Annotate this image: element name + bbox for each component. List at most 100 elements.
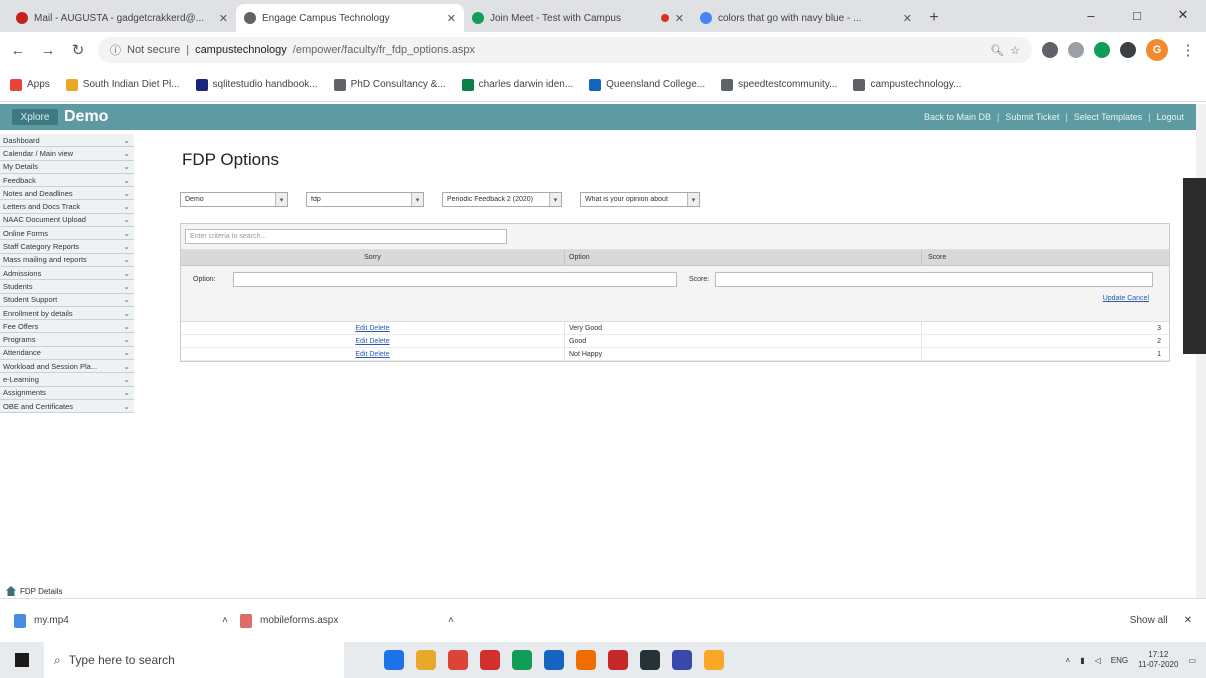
chevron-up-icon[interactable]: ˄ <box>1066 656 1071 665</box>
maximize-button[interactable]: □ <box>1114 0 1160 30</box>
zoom-icon[interactable]: 🔍︎ <box>990 44 1004 57</box>
download-item[interactable]: mobileforms.aspx ˄ <box>240 613 454 628</box>
sidebar-item[interactable]: Student Support ⌄ <box>0 293 134 307</box>
sidebar-item[interactable]: Programs ⌄ <box>0 333 134 347</box>
chevron-up-icon[interactable]: ˄ <box>448 615 454 626</box>
back-arrow-icon[interactable]: ← <box>8 42 28 59</box>
bookmark-item[interactable]: Queensland College... <box>589 78 705 91</box>
profile-avatar[interactable]: G <box>1146 39 1168 61</box>
column-header-sorry[interactable]: Sorry <box>181 250 565 265</box>
taskbar-app-icon[interactable] <box>640 650 660 670</box>
taskbar-app-icon[interactable] <box>448 650 468 670</box>
edit-delete-link[interactable]: Edit Delete <box>355 351 389 358</box>
bookmark-item[interactable]: PhD Consultancy &... <box>333 78 446 91</box>
start-button[interactable] <box>0 653 44 667</box>
sidebar-footer-item[interactable]: FDP Details <box>0 584 134 598</box>
browser-tab[interactable]: colors that go with navy blue - ... ✕ <box>692 4 920 32</box>
clock[interactable]: 17:12 11-07-2020 <box>1138 650 1178 669</box>
sidebar-item[interactable]: Mass mailing and reports ⌄ <box>0 253 134 267</box>
extension-icon[interactable] <box>1094 42 1110 58</box>
sidebar-item[interactable]: Online Forms ⌄ <box>0 227 134 241</box>
bookmark-item[interactable]: South Indian Diet Pl... <box>65 78 180 91</box>
browser-tab[interactable]: Mail - AUGUSTA - gadgetcrakkerd@... ✕ <box>8 4 236 32</box>
taskbar-app-icon[interactable] <box>672 650 692 670</box>
close-tab-icon[interactable]: ✕ <box>447 12 456 25</box>
close-tab-icon[interactable]: ✕ <box>219 12 228 25</box>
taskbar-app-icon[interactable] <box>704 650 724 670</box>
browser-tab-active[interactable]: Engage Campus Technology ✕ <box>236 4 464 32</box>
forward-arrow-icon[interactable]: → <box>38 42 58 59</box>
taskbar-app-icon[interactable] <box>512 650 532 670</box>
puzzle-icon[interactable] <box>1120 42 1136 58</box>
taskbar-app-icon[interactable] <box>544 650 564 670</box>
edit-delete-link[interactable]: Edit Delete <box>355 338 389 345</box>
close-window-button[interactable]: ✕ <box>1160 0 1206 30</box>
institution-select[interactable]: Demo ▾ <box>180 192 288 207</box>
sidebar-item[interactable]: My Details ⌄ <box>0 160 134 174</box>
grid-search-input[interactable]: Enter criteria to search... <box>185 229 507 244</box>
url-input[interactable]: ⓘ Not secure | campustechnology/empower/… <box>98 37 1032 63</box>
taskbar-app-icon[interactable] <box>608 650 628 670</box>
sidebar-item[interactable]: Staff Category Reports ⌄ <box>0 240 134 254</box>
bookmark-item[interactable]: campustechnology... <box>853 78 961 91</box>
sidebar-item[interactable]: Admissions ⌄ <box>0 266 134 281</box>
bookmark-item[interactable]: Apps <box>10 78 50 91</box>
bookmark-item[interactable]: sqlitestudio handbook... <box>195 78 318 91</box>
header-link[interactable]: Submit Ticket <box>1005 112 1059 122</box>
notification-icon[interactable]: ▭ <box>1188 656 1196 665</box>
sidebar-item[interactable]: Feedback ⌄ <box>0 173 134 188</box>
column-header-score[interactable]: Score <box>922 250 1169 265</box>
extension-icon[interactable] <box>1042 42 1058 58</box>
chevron-down-icon[interactable]: ▾ <box>687 193 699 206</box>
sidebar-item[interactable]: Students ⌄ <box>0 280 134 294</box>
taskbar-app-icon[interactable] <box>384 650 404 670</box>
sidebar-item[interactable]: Assignments ⌄ <box>0 386 134 400</box>
extension-icon[interactable] <box>1068 42 1084 58</box>
option-input[interactable] <box>233 272 677 287</box>
logout-link[interactable]: Logout <box>1156 112 1184 122</box>
header-link[interactable]: Back to Main DB <box>924 112 991 122</box>
sidebar-item[interactable]: Notes and Deadlines ⌄ <box>0 187 134 201</box>
download-item[interactable]: my.mp4 ˄ <box>14 613 228 628</box>
brand[interactable]: Xplore Demo <box>12 108 108 126</box>
sidebar-item[interactable]: Enrollment by details ⌄ <box>0 306 134 321</box>
new-tab-button[interactable]: + <box>920 4 948 32</box>
sidebar-item[interactable]: Letters and Docs Track ⌄ <box>0 200 134 214</box>
close-downloads-icon[interactable]: ✕ <box>1184 615 1192 626</box>
browser-tab[interactable]: Join Meet - Test with Campus ✕ <box>464 4 692 32</box>
taskbar-app-icon[interactable] <box>480 650 500 670</box>
sidebar-item[interactable]: Dashboard ⌄ <box>0 134 134 148</box>
volume-icon[interactable]: ◁ <box>1095 656 1101 665</box>
sidebar-item[interactable]: OBE and Certificates ⌄ <box>0 399 134 414</box>
scrollbar-thumb[interactable] <box>1183 178 1206 354</box>
bookmark-item[interactable]: charles darwin iden... <box>461 78 573 91</box>
feedback-select[interactable]: Periodic Feedback 2 (2020) ▾ <box>442 192 562 207</box>
chevron-down-icon[interactable]: ▾ <box>275 193 287 206</box>
edit-delete-link[interactable]: Edit Delete <box>355 325 389 332</box>
chevron-down-icon[interactable]: ▾ <box>411 193 423 206</box>
update-cancel-link[interactable]: Update Cancel <box>1103 295 1149 302</box>
taskbar-app-icon[interactable] <box>576 650 596 670</box>
close-tab-icon[interactable]: ✕ <box>675 12 684 25</box>
question-select[interactable]: What is your opinion about ▾ <box>580 192 700 207</box>
sidebar-item[interactable]: Workload and Session Pla... ⌄ <box>0 360 134 374</box>
close-tab-icon[interactable]: ✕ <box>903 12 912 25</box>
sidebar-item[interactable]: Fee Offers ⌄ <box>0 320 134 334</box>
column-header-option[interactable]: Option <box>565 250 922 265</box>
sidebar-item[interactable]: Calendar / Main view ⌄ <box>0 147 134 161</box>
score-input[interactable] <box>715 272 1153 287</box>
more-menu-icon[interactable]: ⋮ <box>1178 41 1198 59</box>
network-icon[interactable]: ▮ <box>1080 656 1084 665</box>
show-all-button[interactable]: Show all <box>1130 615 1168 626</box>
info-icon[interactable]: ⓘ <box>110 42 121 58</box>
star-icon[interactable]: ☆ <box>1010 44 1020 57</box>
minimize-button[interactable]: – <box>1068 0 1114 30</box>
sidebar-item[interactable]: e-Learning ⌄ <box>0 373 134 387</box>
bookmark-item[interactable]: speedtestcommunity... <box>721 78 837 91</box>
taskbar-search-input[interactable]: ⌕ Type here to search <box>44 642 344 678</box>
chevron-up-icon[interactable]: ˄ <box>222 615 228 626</box>
reload-icon[interactable]: ↻ <box>68 41 88 59</box>
sidebar-item[interactable]: NAAC Document Upload ⌄ <box>0 213 134 228</box>
taskbar-app-icon[interactable] <box>416 650 436 670</box>
sidebar-item[interactable]: Attendance ⌄ <box>0 346 134 361</box>
